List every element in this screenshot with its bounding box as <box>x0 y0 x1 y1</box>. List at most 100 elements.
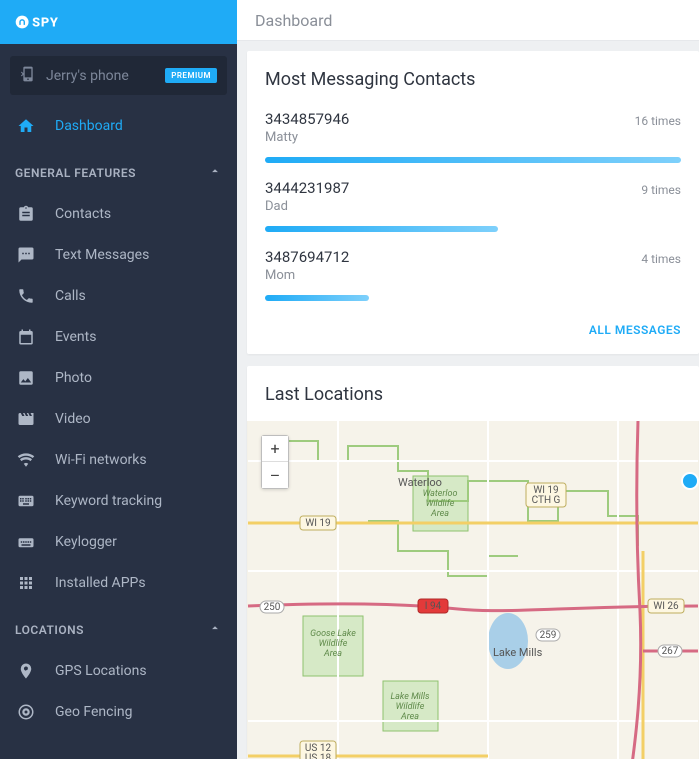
zoom-in-button[interactable]: + <box>262 436 288 462</box>
svg-text:Wildlife: Wildlife <box>319 639 348 649</box>
svg-text:Waterloo: Waterloo <box>423 489 458 499</box>
video-icon <box>15 410 37 428</box>
nav-text-messages[interactable]: Text Messages <box>0 234 237 275</box>
brand-bar: SPY <box>0 0 237 44</box>
map-shield: WI 26 <box>653 601 679 612</box>
nav-contacts[interactable]: Contacts <box>0 193 237 234</box>
keylogger-icon <box>15 533 37 551</box>
premium-badge: PREMIUM <box>165 68 217 83</box>
section-general-features[interactable]: GENERAL FEATURES <box>0 146 237 193</box>
nav-label: Geo Fencing <box>55 704 133 720</box>
svg-text:CTH G: CTH G <box>532 495 561 506</box>
contact-row: 3434857946 16 times Matty <box>247 100 699 169</box>
keyboard-icon <box>15 492 37 510</box>
brand-logo: SPY <box>15 12 101 32</box>
contact-number: 3444231987 <box>265 179 349 197</box>
card-title: Last Locations <box>247 366 699 415</box>
nav-label: Calls <box>55 288 86 304</box>
device-name: Jerry's phone <box>46 68 165 84</box>
nav-installed-apps[interactable]: Installed APPs <box>0 562 237 603</box>
photo-icon <box>15 369 37 387</box>
contact-bar <box>265 295 369 301</box>
zoom-out-button[interactable]: – <box>262 462 288 488</box>
map[interactable]: + – <box>247 421 699 759</box>
nav-label: GPS Locations <box>55 663 147 679</box>
apps-icon <box>15 574 37 592</box>
contact-name: Mom <box>265 268 681 283</box>
nav-label: Dashboard <box>55 118 123 134</box>
message-icon <box>15 246 37 264</box>
contact-row: 3487694712 4 times Mom <box>247 238 699 307</box>
map-town: Lake Mills <box>493 646 543 659</box>
svg-text:SPY: SPY <box>32 15 59 30</box>
svg-text:250: 250 <box>264 602 281 613</box>
device-icon <box>20 66 36 86</box>
device-selector[interactable]: Jerry's phone PREMIUM <box>10 56 227 95</box>
section-title: LOCATIONS <box>15 623 84 637</box>
nav-keylogger[interactable]: Keylogger <box>0 521 237 562</box>
contact-count: 16 times <box>635 114 681 128</box>
nav-label: Keylogger <box>55 534 117 550</box>
svg-text:Lake Mills: Lake Mills <box>390 692 430 702</box>
chevron-up-icon <box>208 164 222 181</box>
nav-label: Wi-Fi networks <box>55 452 147 468</box>
svg-text:Wildlife: Wildlife <box>396 702 425 712</box>
home-icon <box>15 117 37 135</box>
nav-label: Video <box>55 411 91 427</box>
svg-text:Wildlife: Wildlife <box>426 499 455 509</box>
nav-label: Installed APPs <box>55 575 146 591</box>
nav-photo[interactable]: Photo <box>0 357 237 398</box>
contact-count: 4 times <box>641 252 681 266</box>
svg-text:Goose Lake: Goose Lake <box>310 629 356 639</box>
calendar-icon <box>15 328 37 346</box>
nav-geo-fencing[interactable]: Geo Fencing <box>0 691 237 732</box>
clipboard-icon <box>15 205 37 223</box>
nav-label: Events <box>55 329 96 345</box>
map-canvas: WI 19 WI 19 CTH G WI 26 US 12 US 18 I 94… <box>247 421 699 759</box>
svg-text:259: 259 <box>540 630 557 641</box>
contact-name: Dad <box>265 199 681 214</box>
nav-label: Text Messages <box>55 247 149 263</box>
section-title: GENERAL FEATURES <box>15 166 136 180</box>
map-town: Waterloo <box>398 476 442 489</box>
map-shield: I 94 <box>425 601 442 612</box>
contact-count: 9 times <box>641 183 681 197</box>
svg-text:267: 267 <box>662 646 679 657</box>
contact-number: 3487694712 <box>265 248 349 266</box>
svg-text:Area: Area <box>430 509 449 519</box>
wifi-icon <box>15 451 37 469</box>
contact-number: 3434857946 <box>265 110 349 128</box>
chevron-up-icon <box>208 621 222 638</box>
contact-bar <box>265 226 498 232</box>
target-icon <box>15 703 37 721</box>
svg-text:US 18: US 18 <box>305 753 332 759</box>
zoom-control: + – <box>261 435 289 489</box>
nav-label: Keyword tracking <box>55 493 162 509</box>
contact-name: Matty <box>265 130 681 145</box>
topbar: Dashboard <box>237 0 699 41</box>
card-title: Most Messaging Contacts <box>247 51 699 100</box>
nav-wifi[interactable]: Wi-Fi networks <box>0 439 237 480</box>
main-area: Dashboard Most Messaging Contacts 343485… <box>237 0 699 759</box>
nav-dashboard[interactable]: Dashboard <box>0 105 237 146</box>
content: Most Messaging Contacts 3434857946 16 ti… <box>237 41 699 759</box>
sidebar: SPY Jerry's phone PREMIUM Dashboard GENE… <box>0 0 237 759</box>
svg-text:Area: Area <box>323 649 342 659</box>
page-title: Dashboard <box>255 11 332 30</box>
nav-keyword-tracking[interactable]: Keyword tracking <box>0 480 237 521</box>
svg-text:Area: Area <box>400 712 419 722</box>
nav-calls[interactable]: Calls <box>0 275 237 316</box>
nav-video[interactable]: Video <box>0 398 237 439</box>
contact-bar <box>265 157 681 163</box>
nav-events[interactable]: Events <box>0 316 237 357</box>
nav-label: Contacts <box>55 206 111 222</box>
locations-card: Last Locations + – <box>247 366 699 759</box>
phone-icon <box>15 287 37 305</box>
section-locations[interactable]: LOCATIONS <box>0 603 237 650</box>
nav-gps-locations[interactable]: GPS Locations <box>0 650 237 691</box>
all-messages-link[interactable]: ALL MESSAGES <box>589 323 681 337</box>
messaging-card: Most Messaging Contacts 3434857946 16 ti… <box>247 51 699 354</box>
nav-label: Photo <box>55 370 92 386</box>
map-shield: WI 19 <box>305 518 330 529</box>
contact-row: 3444231987 9 times Dad <box>247 169 699 238</box>
